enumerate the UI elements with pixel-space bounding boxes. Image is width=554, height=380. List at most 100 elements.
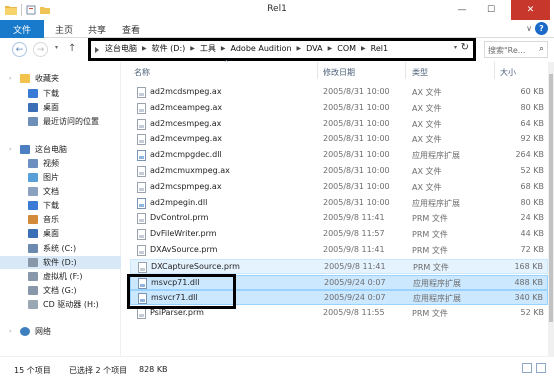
breadcrumb-separator-icon[interactable]: ▶ bbox=[328, 45, 333, 52]
tab-view[interactable]: 查看 bbox=[122, 23, 140, 36]
breadcrumb-separator-icon[interactable]: ▶ bbox=[361, 45, 366, 52]
file-name: DvFileWriter.prm bbox=[150, 229, 217, 239]
tab-home[interactable]: 主页 bbox=[55, 23, 73, 36]
file-row[interactable]: ad2mcspmpeg.ax 2005/8/31 10:00 AX 文件 68 KB bbox=[130, 180, 548, 195]
sidebar-item-label: 下载 bbox=[43, 201, 59, 210]
back-button[interactable]: ← bbox=[12, 42, 27, 57]
drive-icon bbox=[28, 286, 38, 295]
scrollbar-thumb[interactable] bbox=[549, 74, 553, 322]
sidebar-item[interactable]: 文档 (G:) bbox=[0, 284, 121, 297]
file-name: DXCaptureSource.prm bbox=[151, 261, 240, 271]
file-icon bbox=[137, 213, 146, 225]
sidebar-item[interactable]: 这台电脑 bbox=[0, 143, 121, 156]
breadcrumb-item[interactable]: 工具 bbox=[200, 43, 216, 54]
file-date: 2005/8/31 10:00 bbox=[323, 87, 390, 96]
details-view-icon[interactable] bbox=[522, 363, 532, 373]
column-header-name[interactable]: 名称 bbox=[134, 67, 150, 84]
breadcrumb-separator-icon[interactable]: ▶ bbox=[221, 45, 226, 52]
file-row[interactable]: ad2mcesmpeg.ax 2005/8/31 10:00 AX 文件 64 KB bbox=[130, 117, 548, 132]
up-button[interactable]: ↑ bbox=[68, 43, 76, 54]
sidebar-item[interactable]: 收藏夹 bbox=[0, 72, 121, 85]
column-divider[interactable] bbox=[494, 62, 495, 79]
download-folder-icon bbox=[28, 89, 38, 98]
file-type: 应用程序扩展 bbox=[413, 278, 461, 288]
breadcrumb-separator-icon[interactable]: ▶ bbox=[190, 45, 195, 52]
tab-share[interactable]: 共享 bbox=[88, 23, 106, 36]
expand-chevron-icon[interactable]: › bbox=[9, 75, 11, 82]
file-size: 52 KB bbox=[520, 308, 544, 318]
sidebar-item[interactable]: 图片 bbox=[0, 171, 121, 184]
column-header-size[interactable]: 大小 bbox=[500, 67, 516, 84]
sidebar-item-label: 桌面 bbox=[43, 229, 59, 238]
address-dropdown-icon[interactable]: ▾ bbox=[454, 44, 457, 51]
sidebar-item[interactable]: 视频 bbox=[0, 157, 121, 170]
file-row[interactable]: DvFileWriter.prm 2005/9/8 11:57 PRM 文件 44 K… bbox=[130, 227, 548, 242]
tab-file[interactable]: 文件 bbox=[0, 20, 44, 38]
file-row[interactable]: ad2mcmpgdec.dll 2005/8/31 10:00 应用程序扩展 264 … bbox=[130, 148, 548, 163]
file-type: 应用程序扩展 bbox=[412, 198, 460, 208]
address-expand-icon[interactable] bbox=[95, 47, 99, 53]
sidebar-item[interactable]: 桌面 bbox=[0, 101, 121, 114]
column-header-date[interactable]: 修改日期 bbox=[323, 67, 355, 84]
breadcrumb-item[interactable]: DVA bbox=[306, 44, 322, 53]
close-button[interactable]: ✕ bbox=[511, 0, 550, 20]
sidebar-item[interactable]: 桌面 bbox=[0, 227, 121, 240]
breadcrumb-item[interactable]: 软件 (D:) bbox=[152, 43, 186, 54]
file-row[interactable]: ad2mcdsmpeg.ax 2005/8/31 10:00 AX 文件 60 KB bbox=[130, 85, 548, 100]
column-divider[interactable] bbox=[405, 62, 406, 79]
highlight-annotation bbox=[127, 274, 236, 309]
sidebar-item[interactable]: 虚拟机 (F:) bbox=[0, 270, 121, 283]
sidebar-item[interactable]: 下载 bbox=[0, 199, 121, 212]
sidebar-item[interactable]: 文档 bbox=[0, 185, 121, 198]
maximize-button[interactable]: ☐ bbox=[478, 0, 504, 20]
file-name: ad2mcevmpeg.ax bbox=[150, 134, 222, 144]
breadcrumb-separator-icon[interactable]: ▶ bbox=[142, 45, 147, 52]
breadcrumb-separator-icon[interactable]: ▶ bbox=[297, 45, 302, 52]
sidebar-item[interactable]: 系统 (C:) bbox=[0, 242, 121, 255]
file-row[interactable]: DvControl.prm 2005/9/8 11:41 PRM 文件 24 KB bbox=[130, 211, 548, 226]
large-icons-view-icon[interactable] bbox=[536, 363, 546, 373]
sidebar-item[interactable]: 下载 bbox=[0, 87, 121, 100]
address-bar[interactable]: 这台电脑 ▶ 软件 (D:) ▶ 工具 ▶ Adobe Audition ▶ D… bbox=[88, 38, 476, 61]
breadcrumb-item[interactable]: Adobe Audition bbox=[231, 44, 292, 53]
cd-drive-icon bbox=[28, 300, 38, 309]
file-size: 488 KB bbox=[514, 277, 543, 287]
file-size: 92 KB bbox=[520, 134, 544, 144]
column-divider[interactable] bbox=[317, 62, 318, 79]
file-type: PRM 文件 bbox=[412, 230, 448, 240]
sidebar-item[interactable]: 网络 bbox=[0, 325, 121, 338]
file-name: PsiParser.prm bbox=[150, 308, 204, 318]
file-name: DvControl.prm bbox=[150, 213, 209, 223]
sidebar-item[interactable]: 最近访问的位置 bbox=[0, 115, 121, 128]
breadcrumb-item[interactable]: COM bbox=[337, 44, 356, 53]
sidebar-item[interactable]: 音乐 bbox=[0, 213, 121, 226]
ribbon: 文件 主页 共享 查看 ∨ ? bbox=[0, 20, 554, 38]
file-row[interactable]: ad2mcmuxmpeg.ax 2005/8/31 10:00 AX 文件 52 KB bbox=[130, 164, 548, 179]
file-date: 2005/9/24 0:07 bbox=[324, 277, 386, 287]
minimize-button[interactable]: — bbox=[449, 0, 475, 20]
file-row[interactable]: ad2mpegin.dll 2005/8/31 10:00 应用程序扩展 80 KB bbox=[130, 196, 548, 211]
breadcrumb-item[interactable]: 这台电脑 bbox=[105, 43, 137, 54]
expand-chevron-icon[interactable]: › bbox=[9, 328, 11, 335]
file-row[interactable]: DXCaptureSource.prm 2005/9/8 11:41 PRM 文件 1… bbox=[130, 258, 548, 274]
file-date: 2005/8/31 10:00 bbox=[323, 134, 390, 144]
file-row[interactable]: ad2mcevmpeg.ax 2005/8/31 10:00 AX 文件 92 KB bbox=[130, 132, 548, 147]
file-size: 80 KB bbox=[520, 197, 544, 207]
breadcrumb-item[interactable]: Rel1 bbox=[371, 44, 388, 53]
forward-button[interactable]: → bbox=[33, 42, 48, 57]
sidebar-item-label: 视频 bbox=[43, 159, 59, 168]
search-input[interactable]: 搜索"Re... ⌕ bbox=[484, 41, 548, 58]
expand-chevron-icon[interactable]: › bbox=[9, 146, 11, 153]
sidebar-item[interactable]: CD 驱动器 (H:) bbox=[0, 298, 121, 311]
file-row[interactable]: DXAvSource.prm 2005/9/8 11:41 PRM 文件 72 KB bbox=[130, 243, 548, 258]
file-row[interactable]: ad2mceampeg.ax 2005/8/31 10:00 AX 文件 80 KB bbox=[130, 101, 548, 116]
column-header-type[interactable]: 类型 bbox=[412, 67, 428, 84]
help-icon[interactable]: ? bbox=[535, 22, 548, 35]
desktop-icon bbox=[28, 103, 38, 112]
recent-locations-dropdown[interactable]: ▾ bbox=[55, 44, 58, 51]
sidebar-item-label: 桌面 bbox=[43, 103, 59, 112]
sidebar-item[interactable]: 软件 (D:) bbox=[0, 256, 121, 269]
refresh-icon[interactable]: ↻ bbox=[461, 42, 469, 53]
search-icon[interactable]: ⌕ bbox=[539, 44, 544, 54]
expand-ribbon-icon[interactable]: ∨ bbox=[526, 24, 532, 33]
